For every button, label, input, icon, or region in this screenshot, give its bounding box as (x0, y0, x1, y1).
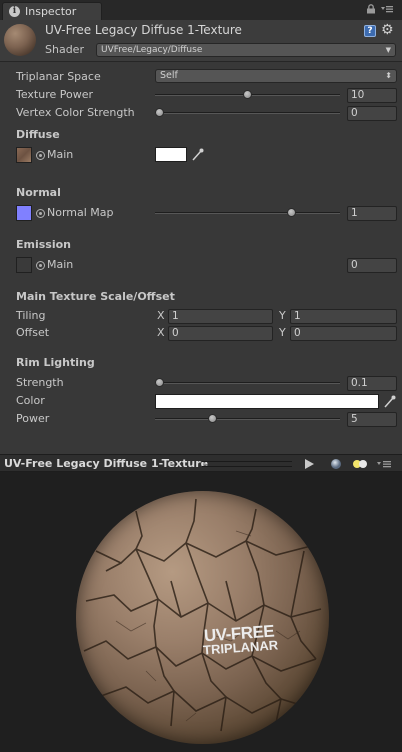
rim-power-slider-track[interactable] (155, 418, 340, 420)
normal-slider-thumb[interactable] (287, 208, 296, 217)
preview-toolbar: UV-Free Legacy Diffuse 1-Texture (0, 454, 402, 472)
normal-texture-slot[interactable] (16, 205, 32, 221)
offset-x-field[interactable]: 0 (168, 326, 273, 341)
preview-menu-icon[interactable] (377, 459, 393, 469)
eyedropper-icon[interactable] (383, 394, 396, 409)
preview-title: UV-Free Legacy Diffuse 1-Texture (4, 457, 209, 470)
rim-strength-slider-track[interactable] (155, 382, 340, 384)
lock-icon[interactable] (366, 4, 376, 14)
crack-pattern (83, 498, 322, 732)
diffuse-section-title: Diffuse (16, 128, 60, 141)
tab-label: Inspector (25, 5, 77, 18)
diffuse-main-label: Main (47, 148, 74, 161)
emission-texture-slot[interactable] (16, 257, 32, 273)
scale-offset-section-title: Main Texture Scale/Offset (16, 290, 175, 303)
rim-power-field[interactable]: 5 (347, 412, 397, 427)
sphere-preview-icon[interactable] (330, 458, 342, 470)
rim-power-slider-thumb[interactable] (207, 414, 217, 423)
offset-y-field[interactable]: 0 (290, 326, 397, 341)
tiling-label: Tiling (16, 309, 46, 322)
triplanar-space-value: Self (160, 70, 178, 81)
rim-power-label: Power (16, 412, 50, 425)
vertex-color-strength-slider-thumb[interactable] (155, 108, 164, 117)
triplanar-space-label: Triplanar Space (16, 70, 101, 83)
shader-dropdown[interactable]: UVFree/Legacy/Diffuse ▼ (96, 43, 396, 57)
preview-sphere[interactable] (76, 491, 329, 744)
emission-section-title: Emission (16, 238, 71, 251)
triplanar-space-dropdown[interactable]: Self ⬍ (155, 69, 397, 83)
tiling-y-field[interactable]: 1 (290, 309, 397, 324)
material-title: UV-Free Legacy Diffuse 1-Texture (45, 23, 242, 37)
shader-label: Shader (45, 43, 84, 56)
offset-label: Offset (16, 326, 50, 339)
help-icon[interactable]: ? (364, 25, 376, 37)
rim-strength-field[interactable]: 0.1 (347, 376, 397, 391)
tab-inspector[interactable]: i Inspector (2, 2, 102, 20)
gear-icon[interactable]: ⚙ (381, 23, 397, 37)
texture-power-field[interactable]: 10 (347, 88, 397, 103)
diffuse-color-swatch[interactable] (155, 147, 187, 162)
vertex-color-strength-slider-track[interactable] (155, 112, 340, 114)
normal-strength-field[interactable]: 1 (347, 206, 397, 221)
rim-strength-slider-thumb[interactable] (155, 378, 164, 387)
tiling-x-field[interactable]: 1 (168, 309, 273, 324)
offset-y-label: Y (279, 326, 286, 339)
material-thumbnail (4, 24, 36, 56)
diffuse-texture-slot[interactable] (16, 147, 32, 163)
resize-grip[interactable] (202, 461, 292, 467)
object-picker-icon[interactable] (36, 151, 45, 160)
play-icon[interactable] (303, 458, 315, 470)
chevron-down-icon: ▼ (385, 46, 391, 54)
updown-arrows-icon: ⬍ (385, 71, 392, 80)
tiling-x-label: X (157, 309, 165, 322)
rim-color-swatch[interactable] (155, 394, 379, 409)
eyedropper-icon[interactable] (191, 147, 204, 162)
emission-main-label: Main (47, 258, 74, 271)
texture-power-label: Texture Power (16, 88, 94, 101)
info-icon: i (9, 6, 20, 17)
lights-icon[interactable] (352, 459, 368, 469)
vertex-color-strength-field[interactable]: 0 (347, 106, 397, 121)
normal-section-title: Normal (16, 186, 61, 199)
tiling-y-label: Y (279, 309, 286, 322)
emission-value-field[interactable]: 0 (347, 258, 397, 273)
normal-map-label: Normal Map (47, 206, 114, 219)
material-header: UV-Free Legacy Diffuse 1-Texture ? ⚙ Sha… (0, 20, 402, 62)
rim-color-label: Color (16, 394, 45, 407)
object-picker-icon[interactable] (36, 261, 45, 270)
object-picker-icon[interactable] (36, 209, 45, 218)
vertex-color-strength-label: Vertex Color Strength (16, 106, 135, 119)
rim-lighting-section-title: Rim Lighting (16, 356, 95, 369)
texture-power-slider-thumb[interactable] (243, 90, 252, 99)
rim-strength-label: Strength (16, 376, 64, 389)
offset-x-label: X (157, 326, 165, 339)
shader-value: UVFree/Legacy/Diffuse (101, 45, 203, 55)
normal-slider-track[interactable] (155, 212, 340, 214)
menu-icon[interactable] (381, 4, 393, 14)
